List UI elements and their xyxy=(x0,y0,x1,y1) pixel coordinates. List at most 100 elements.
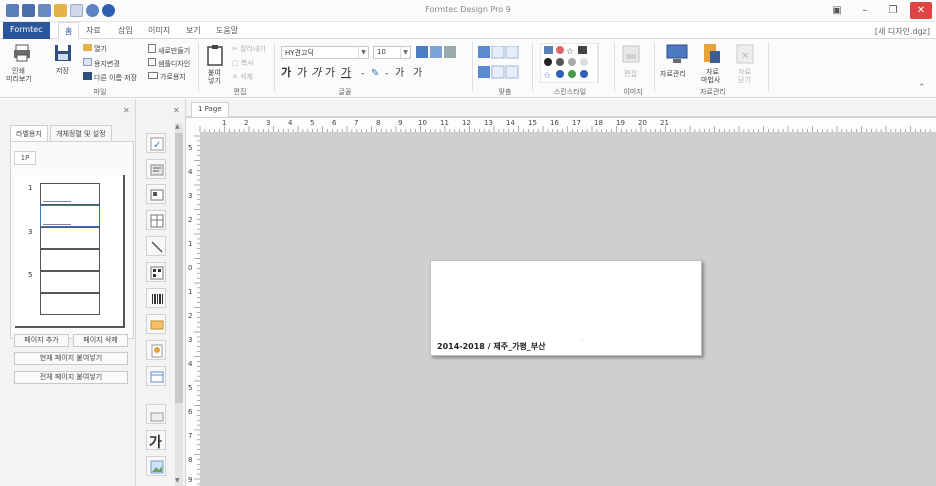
ruler-label: 9 xyxy=(188,476,193,484)
open-button[interactable]: 열기 xyxy=(83,44,107,54)
collapse-ribbon-icon[interactable]: ⌃ xyxy=(918,83,926,93)
ruler-label: 21 xyxy=(660,119,669,127)
checkbox-tool[interactable]: ✓ xyxy=(146,133,166,153)
ruler-label: 19 xyxy=(616,119,625,127)
thumb-label-cell xyxy=(40,293,100,315)
tab-file[interactable]: Formtec xyxy=(3,22,50,39)
image-edit-icon[interactable] xyxy=(622,45,640,63)
toolstrip-scroll-thumb[interactable] xyxy=(175,133,183,403)
font-size-select[interactable]: 10 ▼ xyxy=(373,46,411,59)
frame-tool[interactable] xyxy=(146,366,166,386)
ribbon-display-icon[interactable]: ▣ xyxy=(826,5,848,16)
panel-close-icon[interactable]: ✕ xyxy=(123,106,130,115)
delete-page-button[interactable]: 페이지 삭제 xyxy=(73,334,128,347)
font-name-select[interactable]: HY견고딕 ▼ xyxy=(281,46,369,59)
text-tool[interactable] xyxy=(146,159,166,179)
data-manage-label[interactable]: 자료관리 xyxy=(660,69,686,79)
image-group-label: 이미지 xyxy=(623,88,643,96)
ruler-label: 13 xyxy=(484,119,493,127)
svg-text:-: - xyxy=(385,69,388,79)
sample-design-button[interactable]: 샘플디자인 xyxy=(148,58,190,69)
data-manage-icon[interactable] xyxy=(666,43,688,65)
tab-data[interactable]: 자료 xyxy=(86,25,101,36)
save-as-button[interactable]: 다른 이름 저장 xyxy=(83,72,137,83)
paste-all-pages-button[interactable]: 전체 페이지 붙여넣기 xyxy=(14,371,128,384)
scroll-down-icon[interactable]: ▼ xyxy=(175,477,180,484)
save-label[interactable]: 저장 xyxy=(56,66,69,76)
new-open-button[interactable]: 새로만들기 xyxy=(148,44,190,56)
svg-text:✎: ✎ xyxy=(371,68,379,79)
qrcode-tool[interactable] xyxy=(146,262,166,282)
data-group-label: 자료관리 xyxy=(700,88,726,96)
change-paper-button[interactable]: 용지변경 xyxy=(83,58,120,69)
svg-text:☆: ☆ xyxy=(543,71,551,81)
ruler-label: 7 xyxy=(354,119,359,127)
clipart-tool[interactable] xyxy=(146,404,166,424)
copy-button[interactable]: ▢ 복사 xyxy=(232,58,254,68)
ruler-label: 20 xyxy=(638,119,647,127)
svg-text:가: 가 xyxy=(413,67,422,79)
delete-button[interactable]: ✕ 삭제 xyxy=(232,72,253,82)
image-tool[interactable] xyxy=(146,184,166,204)
restore-button[interactable]: ❐ xyxy=(882,5,904,16)
ruler-label: 15 xyxy=(528,119,537,127)
font-name-value: HY견고딕 xyxy=(285,49,314,57)
ruler-label: 16 xyxy=(550,119,559,127)
thumb-label-cell xyxy=(40,271,100,293)
serial-number-tool[interactable] xyxy=(146,340,166,360)
add-page-button[interactable]: 페이지 추가 xyxy=(14,334,69,347)
app-window: Formtec Design Pro 9 ▣ – ❐ ✕ Formtec 홈 자… xyxy=(0,0,936,486)
table-tool[interactable] xyxy=(146,210,166,230)
ruler-label: 8 xyxy=(376,119,381,127)
image-edit-label[interactable]: 편집 xyxy=(624,69,637,79)
tab-insert[interactable]: 삽입 xyxy=(118,25,133,36)
thumb-label-text xyxy=(43,201,71,202)
tab-image[interactable]: 이미지 xyxy=(148,25,170,36)
group-divider xyxy=(768,42,769,92)
ruler-label: 5 xyxy=(188,384,193,392)
row-number: 3 xyxy=(28,228,33,236)
font-style-buttons[interactable]: 가 가 가 가 가 - ✎ - 가 가 xyxy=(281,64,461,80)
ruler-label: 6 xyxy=(332,119,337,127)
ruler-label: 11 xyxy=(440,119,449,127)
ruler-label: 6 xyxy=(188,408,193,416)
chevron-down-icon: ▼ xyxy=(358,47,368,58)
close-button[interactable]: ✕ xyxy=(910,2,932,19)
ruler-label: 2 xyxy=(188,312,193,320)
label-text[interactable]: 2014-2018 / 제주_가평_부산 xyxy=(437,341,546,352)
grow-shrink-font-icons[interactable] xyxy=(416,46,456,59)
window-controls: ▣ – ❐ ✕ xyxy=(826,2,932,19)
shape-tool[interactable] xyxy=(146,314,166,334)
big-text-tool[interactable]: 가 xyxy=(146,430,166,450)
label-sheet[interactable]: 2014-2018 / 제주_가평_부산 ˋ xyxy=(430,260,702,356)
ruler-label: 4 xyxy=(288,119,293,127)
barcode-tool[interactable] xyxy=(146,288,166,308)
svg-text:가: 가 xyxy=(325,66,335,79)
landscape-button[interactable]: 가로용지 xyxy=(148,72,186,82)
tab-help[interactable]: 도움말 xyxy=(216,25,238,36)
toolstrip-close-icon[interactable]: ✕ xyxy=(173,106,180,115)
font-group-label: 글꼴 xyxy=(338,88,352,96)
data-close-icon[interactable]: ✕ xyxy=(736,44,754,64)
tab-view[interactable]: 보기 xyxy=(186,25,201,36)
quick-style-gallery[interactable]: ☆ ☆ xyxy=(540,43,600,83)
ruler-label: 3 xyxy=(188,192,193,200)
ruler-label: 5 xyxy=(310,119,315,127)
picture-tool[interactable] xyxy=(146,456,166,476)
scroll-up-icon[interactable]: ▲ xyxy=(175,123,180,130)
paste-current-page-button[interactable]: 현재 페이지 붙여넣기 xyxy=(14,352,128,365)
tab-page-1[interactable]: 1 Page xyxy=(191,102,229,117)
row-number: 5 xyxy=(28,271,33,279)
thumb-label-text xyxy=(43,224,71,225)
paste-icon[interactable] xyxy=(206,44,224,66)
minimize-button[interactable]: – xyxy=(854,5,876,16)
print-preview-icon[interactable] xyxy=(13,44,31,62)
data-wizard-icon[interactable] xyxy=(702,43,722,65)
subtab-page-1[interactable]: 1P xyxy=(14,151,36,165)
tab-home[interactable]: 홈 xyxy=(58,22,80,40)
save-icon[interactable] xyxy=(54,44,72,62)
cut-button[interactable]: ✂ 잘라내기 xyxy=(232,44,266,54)
align-buttons[interactable] xyxy=(478,46,528,80)
line-tool[interactable] xyxy=(146,236,166,256)
chevron-down-icon: ▼ xyxy=(400,47,410,58)
